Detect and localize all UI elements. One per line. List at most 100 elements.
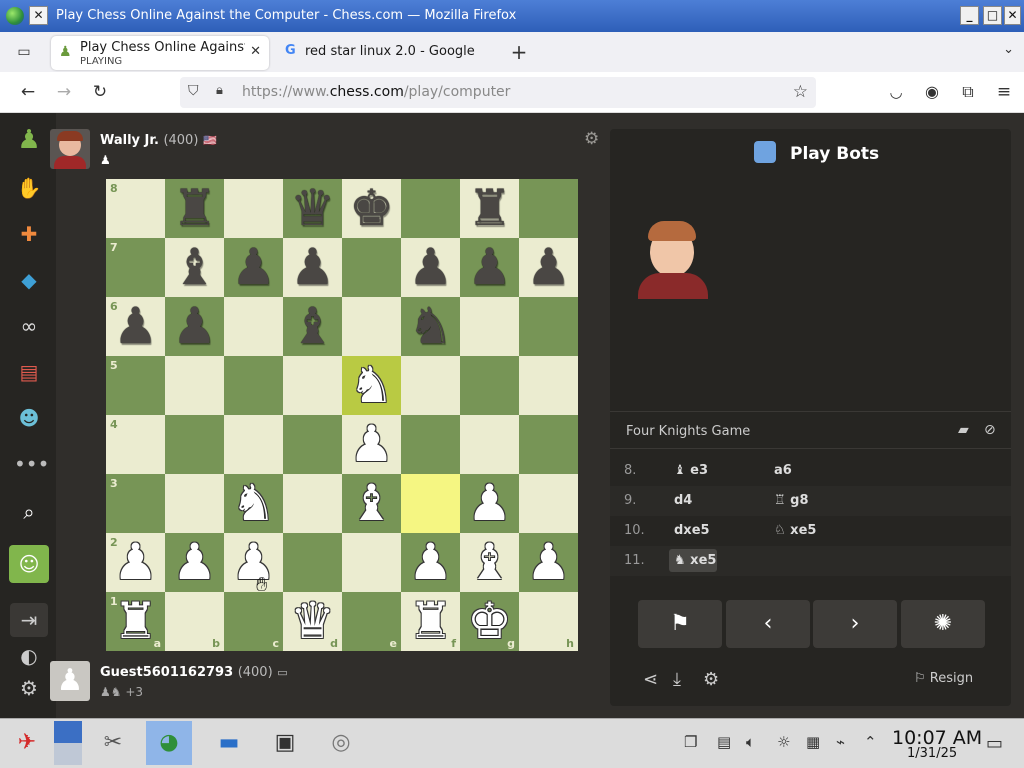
square-e1[interactable]: e	[342, 592, 401, 651]
square-h4[interactable]	[519, 415, 578, 474]
avatar[interactable]: ♟	[50, 661, 90, 701]
square-b3[interactable]	[165, 474, 224, 533]
hint-button[interactable]: ✺	[901, 600, 985, 648]
play-icon[interactable]: ✋	[14, 173, 44, 203]
reload-button[interactable]: ↻	[88, 81, 112, 105]
notes-icon[interactable]: ▤	[717, 733, 731, 751]
white-piece-e4[interactable]: ♟	[342, 415, 401, 474]
square-a8[interactable]: 8	[106, 179, 165, 238]
black-piece-b6[interactable]: ♟	[165, 297, 224, 356]
square-g4[interactable]	[460, 415, 519, 474]
square-c6[interactable]	[224, 297, 283, 356]
black-piece-f7[interactable]: ♟	[401, 238, 460, 297]
black-piece-f6[interactable]: ♞	[401, 297, 460, 356]
square-a5[interactable]: 5	[106, 356, 165, 415]
square-c5[interactable]	[224, 356, 283, 415]
back-button[interactable]: ←	[16, 81, 40, 105]
learn-icon[interactable]: ◆	[14, 265, 44, 295]
square-a4[interactable]: 4	[106, 415, 165, 474]
square-f5[interactable]	[401, 356, 460, 415]
white-move[interactable]: d4	[674, 493, 692, 508]
white-piece-a1[interactable]: ♜	[106, 592, 165, 651]
puzzles-icon[interactable]: ✚	[14, 219, 44, 249]
black-piece-d6[interactable]: ♝	[283, 297, 342, 356]
plug-icon[interactable]: ⌁	[836, 733, 845, 751]
extensions-icon[interactable]: ⧉	[956, 81, 980, 105]
player-name[interactable]: Guest5601162793 (400) ▭	[100, 665, 288, 680]
square-f4[interactable]	[401, 415, 460, 474]
black-move[interactable]: ♘ xe5	[774, 523, 816, 538]
black-piece-b8[interactable]: ♜	[165, 179, 224, 238]
white-piece-g2[interactable]: ♝	[460, 533, 519, 592]
tab-google[interactable]: G red star linux 2.0 - Google	[280, 36, 490, 70]
black-move[interactable]: ♖ g8	[774, 493, 809, 508]
lock-icon[interactable]: 🔒︎	[216, 83, 223, 98]
square-g6[interactable]	[460, 297, 519, 356]
white-piece-e3[interactable]: ♝	[342, 474, 401, 533]
flag-button[interactable]: ⚑	[638, 600, 722, 648]
black-move[interactable]: a6	[774, 463, 792, 478]
chevron-up-icon[interactable]: ⌃	[864, 733, 877, 751]
white-piece-g1[interactable]: ♚	[460, 592, 519, 651]
clock-date[interactable]: 1/31/25	[907, 746, 957, 761]
theme-icon[interactable]: ◐	[14, 641, 44, 671]
square-b1[interactable]: b	[165, 592, 224, 651]
square-f8[interactable]	[401, 179, 460, 238]
login-icon[interactable]: ⇥	[10, 603, 48, 637]
square-h8[interactable]	[519, 179, 578, 238]
black-piece-a6[interactable]: ♟	[106, 297, 165, 356]
bot-avatar[interactable]	[636, 221, 710, 299]
watch-icon[interactable]: ∞	[14, 311, 44, 341]
menu-icon[interactable]: ≡	[992, 81, 1016, 105]
square-e2[interactable]	[342, 533, 401, 592]
next-move-button[interactable]: ›	[813, 600, 897, 648]
black-piece-h7[interactable]: ♟	[519, 238, 578, 297]
close-tab-icon[interactable]: ✕	[250, 44, 261, 59]
clipboard-icon[interactable]: ❐	[684, 733, 697, 751]
tab-list-icon[interactable]: ▭	[12, 40, 36, 64]
black-piece-d8[interactable]: ♛	[283, 179, 342, 238]
black-piece-d7[interactable]: ♟	[283, 238, 342, 297]
square-g5[interactable]	[460, 356, 519, 415]
new-tab-button[interactable]: +	[508, 40, 530, 64]
previous-move-button[interactable]: ‹	[726, 600, 810, 648]
square-e7[interactable]	[342, 238, 401, 297]
square-d2[interactable]	[283, 533, 342, 592]
white-move[interactable]: dxe5	[674, 523, 710, 538]
explorer-icon[interactable]: ⊘	[984, 422, 996, 438]
player-name[interactable]: Wally Jr. (400) 🇺🇸	[100, 133, 217, 148]
board-settings-icon[interactable]: ⚙	[584, 129, 599, 149]
black-piece-e8[interactable]: ♚	[342, 179, 401, 238]
square-h1[interactable]: h	[519, 592, 578, 651]
news-icon[interactable]: ▤	[14, 357, 44, 387]
square-a3[interactable]: 3	[106, 474, 165, 533]
white-piece-f2[interactable]: ♟	[401, 533, 460, 592]
url-bar[interactable]: ⛉ 🔒︎ https://www.chess.com/play/computer…	[180, 77, 816, 108]
brightness-icon[interactable]: ☼	[777, 733, 790, 751]
white-piece-a2[interactable]: ♟	[106, 533, 165, 592]
forward-button[interactable]: →	[52, 81, 76, 105]
book-icon[interactable]: ▰	[958, 422, 969, 438]
black-piece-g7[interactable]: ♟	[460, 238, 519, 297]
bookmark-star-icon[interactable]: ☆	[793, 82, 808, 102]
terminal-icon[interactable]: ▣	[262, 721, 308, 765]
firefox-taskbar-icon[interactable]: ◕	[146, 721, 192, 765]
resign-button[interactable]: ⚐ Resign	[914, 671, 973, 686]
white-piece-g3[interactable]: ♟	[460, 474, 519, 533]
white-piece-c2[interactable]: ♟	[224, 533, 283, 592]
chess-logo-icon[interactable]: ♟	[14, 125, 44, 155]
window-menu-icon[interactable]: ✕	[29, 6, 48, 25]
white-piece-f1[interactable]: ♜	[401, 592, 460, 651]
black-piece-b7[interactable]: ♝	[165, 238, 224, 297]
settings-icon[interactable]: ⚙	[14, 673, 44, 703]
settings-tools-icon[interactable]: ✂	[90, 721, 136, 765]
square-c4[interactable]	[224, 415, 283, 474]
black-piece-c7[interactable]: ♟	[224, 238, 283, 297]
square-d5[interactable]	[283, 356, 342, 415]
network-icon[interactable]: ◎	[318, 721, 364, 765]
white-piece-c3[interactable]: ♞	[224, 474, 283, 533]
square-h6[interactable]	[519, 297, 578, 356]
chess-board[interactable]: 8 7 6 5 4 3 2 1 a b c d e f g h ♜ ♛ ♚ ♜ ♝ ♟ ♟ ♟ ♟ ♟ ♟ ♟ ♝ ♞ ♞ ♟ ♞ ♝ ♟ ♟ ♟ ♟ ♟ ♝…	[106, 179, 578, 651]
start-menu-icon[interactable]: ✈	[4, 721, 50, 765]
close-window-button[interactable]: ✕	[1004, 6, 1021, 25]
